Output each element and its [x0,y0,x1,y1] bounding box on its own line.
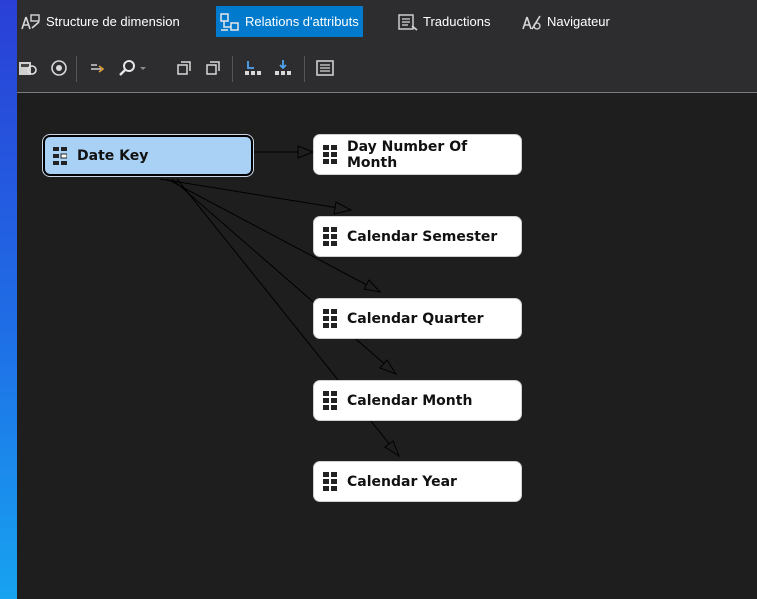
designer-window: Structure de dimension Relations d'attri… [17,0,757,599]
node-label: Date Key [77,147,149,164]
attribute-icon [323,390,337,410]
tab-label: Structure de dimension [46,14,180,29]
attribute-node[interactable]: Calendar Quarter [313,298,522,339]
tab-label: Navigateur [547,14,610,29]
attribute-relationship-diagram[interactable]: Date Key Day Number Of Month Calendar Se… [17,93,757,599]
attribute-icon [323,144,337,164]
relationship-arrowhead [384,440,401,458]
new-relation-icon [91,64,105,73]
tab-attribute-relations[interactable]: Relations d'attributs [216,6,363,37]
collapse-button[interactable] [271,57,295,79]
relationship-arrow [159,178,352,211]
attribute-icon [323,471,337,491]
attribute-node[interactable]: Calendar Semester [313,216,522,257]
key-attribute-node[interactable]: Date Key [43,135,253,176]
node-label: Day Number Of Month [347,138,468,171]
attribute-node[interactable]: Calendar Year [313,461,522,502]
browser-icon [522,15,541,30]
key-attribute-icon [53,146,67,165]
process-icon [19,62,37,75]
attribute-node[interactable]: Day Number Of Month [313,134,522,175]
deploy-button[interactable] [47,57,71,79]
toolbar-separator [76,56,77,82]
fit-button[interactable] [172,57,196,79]
attribute-node[interactable]: Calendar Month [313,380,522,421]
node-label: Calendar Month [347,392,473,409]
attribute-icon [323,308,337,328]
fit-icon [177,61,191,75]
properties-icon [316,60,334,76]
designer-toolbar [17,44,757,92]
tab-translations[interactable]: Traductions [394,6,494,37]
attribute-relations-icon [220,12,239,31]
designer-tab-bar: Structure de dimension Relations d'attri… [17,0,757,44]
expand-button[interactable] [241,57,265,79]
zoom-dropdown[interactable] [138,57,148,79]
arrange-button[interactable] [201,57,225,79]
tab-label: Relations d'attributs [245,14,359,29]
zoom-dropdown-icon [140,67,146,70]
node-label: Calendar Year [347,473,457,490]
relationship-arrow [171,178,397,375]
tab-dimension-structure[interactable]: Structure de dimension [17,6,184,37]
tab-browser[interactable]: Navigateur [518,6,614,37]
arrange-icon [206,61,220,75]
zoom-button[interactable] [116,57,140,79]
zoom-icon [119,60,135,76]
relationship-arrowhead [333,201,353,215]
toolbar-separator [232,56,233,82]
attribute-icon [323,226,337,246]
new-relation-button[interactable] [86,57,110,79]
dimension-structure-icon [21,13,40,29]
tab-label: Traductions [423,14,491,29]
deploy-icon [51,60,67,76]
collapse-icon [275,60,291,75]
process-button[interactable] [17,57,39,79]
node-label: Calendar Quarter [347,310,484,327]
toolbar-separator [304,56,305,82]
translations-icon [398,13,418,31]
relationship-arrowhead [363,279,382,293]
properties-button[interactable] [313,57,337,79]
expand-icon [245,61,261,75]
node-label: Calendar Semester [347,228,498,245]
relationship-arrowhead [297,145,315,159]
